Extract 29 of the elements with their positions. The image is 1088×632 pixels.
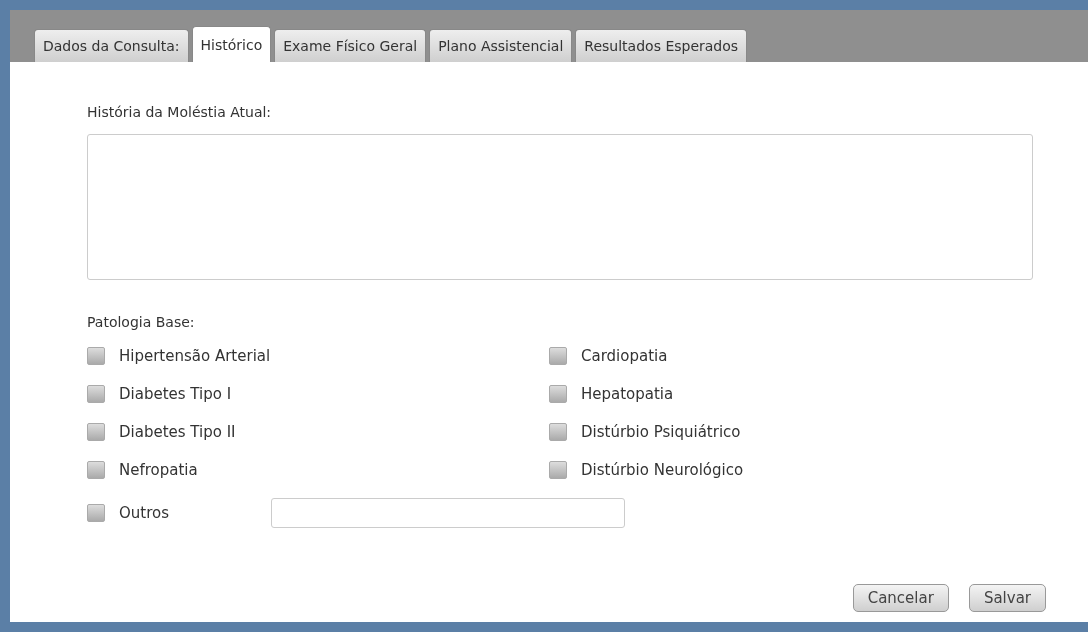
- checkbox[interactable]: [87, 504, 105, 522]
- checkbox[interactable]: [549, 385, 567, 403]
- checkbox[interactable]: [549, 461, 567, 479]
- checkbox[interactable]: [87, 347, 105, 365]
- checkbox-option[interactable]: Distúrbio Neurológico: [549, 458, 744, 482]
- checkbox-option[interactable]: Outros: [87, 501, 271, 525]
- history-label: História da Moléstia Atual:: [87, 104, 272, 120]
- pathology-label: Patologia Base:: [87, 314, 195, 330]
- checkbox-option[interactable]: Diabetes Tipo I: [87, 382, 232, 406]
- dialog-button[interactable]: Cancelar: [852, 584, 949, 612]
- checkbox[interactable]: [549, 347, 567, 365]
- checkbox[interactable]: [87, 461, 105, 479]
- dialog-button[interactable]: Salvar: [968, 584, 1046, 612]
- tab[interactable]: Histórico: [191, 26, 272, 62]
- tab[interactable]: Plano Assistencial: [429, 29, 573, 62]
- checkbox-option[interactable]: Nefropatia: [87, 458, 198, 482]
- checkbox[interactable]: [549, 423, 567, 441]
- tab[interactable]: Resultados Esperados: [575, 29, 748, 62]
- tab[interactable]: Dados da Consulta:: [34, 29, 189, 62]
- checkbox-option[interactable]: Diabetes Tipo II: [87, 420, 236, 444]
- checkbox[interactable]: [87, 385, 105, 403]
- tab[interactable]: Exame Físico Geral: [274, 29, 427, 62]
- checkbox-option[interactable]: Hepatopatia: [549, 382, 674, 406]
- checkbox-option[interactable]: Cardiopatia: [549, 344, 668, 368]
- checkbox-option[interactable]: Hipertensão Arterial: [87, 344, 271, 368]
- checkbox-option[interactable]: Distúrbio Psiquiátrico: [549, 420, 741, 444]
- history-textarea[interactable]: [87, 134, 1033, 280]
- others-input-field[interactable]: [271, 498, 625, 528]
- checkbox[interactable]: [87, 423, 105, 441]
